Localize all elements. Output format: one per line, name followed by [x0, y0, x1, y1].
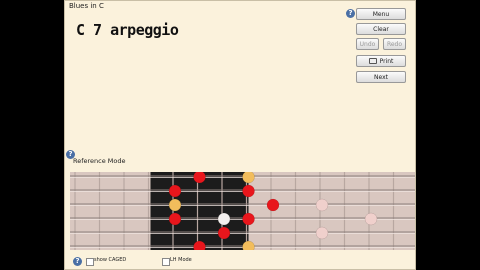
fretboard[interactable]: [70, 172, 416, 250]
fretboard-graphic[interactable]: [70, 172, 416, 250]
fret-note[interactable]: [217, 226, 231, 240]
fret-note[interactable]: [242, 172, 255, 184]
fret-note[interactable]: [217, 212, 231, 226]
undo-button[interactable]: Undo: [356, 38, 379, 50]
show-caged-label: show CAGED: [94, 257, 127, 263]
lh-mode-checkbox[interactable]: [162, 258, 170, 266]
fret-note[interactable]: [168, 212, 182, 226]
print-button[interactable]: Print: [356, 55, 406, 67]
fret-note[interactable]: [242, 184, 255, 198]
print-icon: [368, 58, 377, 64]
fret-note[interactable]: [266, 198, 280, 212]
fret-note[interactable]: [242, 212, 255, 226]
fret-note[interactable]: [168, 198, 182, 212]
app-window: ? Blues in C C 7 arpeggio Menu Clear Und…: [64, 0, 416, 270]
menu-button[interactable]: Menu: [356, 8, 406, 20]
footer-help-icon[interactable]: ?: [73, 257, 82, 266]
print-button-label: Print: [379, 57, 394, 65]
fret-note[interactable]: [168, 184, 182, 198]
song-title: Blues in C: [69, 2, 104, 10]
position-highlight: [150, 172, 249, 250]
fret-note[interactable]: [193, 172, 206, 184]
reference-mode-label: Reference Mode: [73, 157, 126, 165]
redo-button[interactable]: Redo: [383, 38, 406, 50]
help-icon[interactable]: ?: [346, 9, 355, 18]
fret-note[interactable]: [315, 226, 329, 240]
show-caged-checkbox[interactable]: [86, 258, 94, 266]
page-title: C 7 arpeggio: [76, 21, 179, 39]
next-button[interactable]: Next: [356, 71, 406, 83]
lh-mode-label: LH Mode: [170, 257, 192, 263]
fret-note[interactable]: [315, 198, 329, 212]
fret-note[interactable]: [364, 212, 378, 226]
clear-button[interactable]: Clear: [356, 23, 406, 35]
